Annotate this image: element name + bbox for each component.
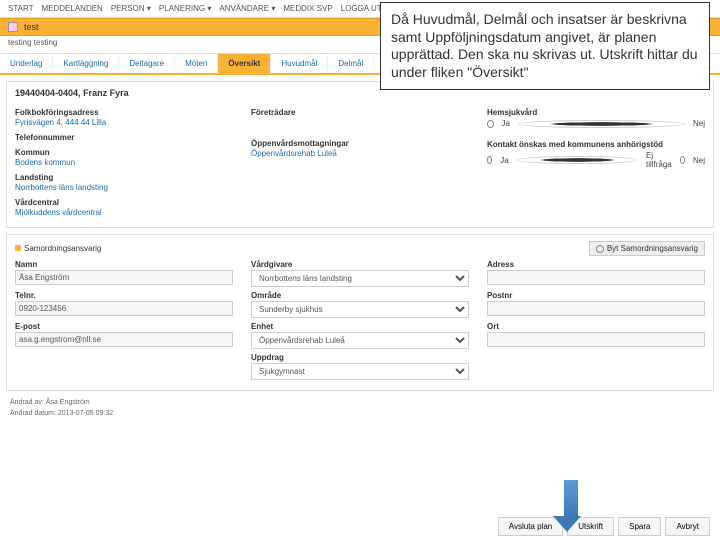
- coord-panel: Samordningsansvarig Byt Samordningsansva…: [6, 234, 714, 391]
- avbryt-button[interactable]: Avbryt: [665, 517, 710, 536]
- kont-radio-ej[interactable]: [517, 156, 638, 164]
- instruction-callout: Då Huvudmål, Delmål och insatser är besk…: [380, 2, 710, 90]
- alert-title: test: [24, 22, 39, 32]
- spara-button[interactable]: Spara: [618, 517, 661, 536]
- adress-input[interactable]: [487, 270, 705, 285]
- changed-date: Ändrad datum: 2013-07-05 09:32: [0, 408, 720, 419]
- nav-planning[interactable]: PLANERING ▾: [159, 4, 211, 13]
- alert-icon: [8, 22, 18, 32]
- landsting-label: Landsting: [15, 173, 233, 182]
- kont-radio-nej[interactable]: [680, 156, 685, 164]
- vardgivare-label: Vårdgivare: [251, 260, 469, 269]
- landsting-value: Norrbottens läns landsting: [15, 183, 233, 192]
- omrade-label: Område: [251, 291, 469, 300]
- vardcentral-value: Mjölkuddens vårdcentral: [15, 208, 233, 217]
- nav-meddix[interactable]: MEDDIX SVP: [283, 4, 332, 13]
- kommun-value: Bodens kommun: [15, 158, 233, 167]
- hsv-nej-label: Nej: [693, 119, 705, 128]
- postnr-label: Postnr: [487, 291, 705, 300]
- foretradare-label: Företrädare: [251, 108, 469, 117]
- vardgivare-select[interactable]: Norrbottens läns landsting: [251, 270, 469, 287]
- hsv-ja-label: Ja: [502, 119, 510, 128]
- tab-underlag[interactable]: Underlag: [0, 54, 53, 73]
- hsv-radio-ja[interactable]: [487, 120, 494, 128]
- oppenvard-value: Öppenvårdsrehab Luleå: [251, 149, 469, 158]
- nav-logout[interactable]: LOGGA UT: [341, 4, 382, 13]
- tab-oversikt[interactable]: Översikt: [218, 54, 271, 73]
- omrade-select[interactable]: Sunderby sjukhus: [251, 301, 469, 318]
- changed-by: Ändrad av: Åsa Engström: [0, 397, 720, 408]
- tel-label: Telefonnummer: [15, 133, 233, 142]
- enhet-select[interactable]: Öppenvårdsrehab Luleå: [251, 332, 469, 349]
- addr-label: Folkbokföringsadress: [15, 108, 233, 117]
- uppdrag-label: Uppdrag: [251, 353, 469, 362]
- hemsjukvard-label: Hemsjukvård: [487, 108, 705, 117]
- tab-kartlaggning[interactable]: Kartläggning: [53, 54, 119, 73]
- nav-start[interactable]: START: [8, 4, 33, 13]
- ort-input[interactable]: [487, 332, 705, 347]
- kommun-label: Kommun: [15, 148, 233, 157]
- gear-icon: [596, 245, 604, 253]
- tab-deltagare[interactable]: Deltagare: [119, 54, 175, 73]
- namn-label: Namn: [15, 260, 233, 269]
- patient-panel: 19440404-0404, Franz Fyra Folkbokförings…: [6, 81, 714, 228]
- action-bar: Avsluta plan Utskrift Spara Avbryt: [498, 517, 710, 536]
- enhet-label: Enhet: [251, 322, 469, 331]
- kontakt-label: Kontakt önskas med kommunens anhörigstöd: [487, 140, 705, 149]
- epost-input[interactable]: [15, 332, 233, 347]
- change-coord-button[interactable]: Byt Samordningsansvarig: [589, 241, 705, 256]
- nav-person[interactable]: PERSON ▾: [111, 4, 151, 13]
- oppenvard-label: Öppenvårdsmottagningar: [251, 139, 469, 148]
- hsv-radio-nej[interactable]: [518, 120, 685, 128]
- square-icon: [15, 245, 21, 251]
- nav-user[interactable]: ANVÄNDARE ▾: [219, 4, 275, 13]
- pointer-arrow: [560, 480, 581, 532]
- kont-nej-label: Nej: [693, 156, 705, 165]
- tab-moten[interactable]: Möten: [175, 54, 218, 73]
- tab-huvudmal[interactable]: Huvudmål: [271, 54, 328, 73]
- telnr-label: Telnr.: [15, 291, 233, 300]
- telnr-input[interactable]: [15, 301, 233, 316]
- epost-label: E-post: [15, 322, 233, 331]
- coord-title: Samordningsansvarig: [15, 244, 101, 253]
- namn-input[interactable]: [15, 270, 233, 285]
- ort-label: Ort: [487, 322, 705, 331]
- patient-col-right: Hemsjukvård Ja Nej Kontakt önskas med ko…: [487, 102, 705, 217]
- patient-col-mid: Företrädare Öppenvårdsmottagningar Öppen…: [251, 102, 469, 217]
- adress-label: Adress: [487, 260, 705, 269]
- kont-radio-ja[interactable]: [487, 156, 492, 164]
- kont-ja-label: Ja: [500, 156, 508, 165]
- kont-ej-label: Ej tillfråga: [646, 151, 672, 169]
- patient-col-left: Folkbokföringsadress Fyrisvägen 4, 444 4…: [15, 102, 233, 217]
- postnr-input[interactable]: [487, 301, 705, 316]
- uppdrag-select[interactable]: Sjukgymnast: [251, 363, 469, 380]
- nav-messages[interactable]: MEDDELANDEN: [41, 4, 102, 13]
- vardcentral-label: Vårdcentral: [15, 198, 233, 207]
- tab-delmal[interactable]: Delmål: [328, 54, 374, 73]
- addr-value: Fyrisvägen 4, 444 44 Lilla: [15, 118, 233, 127]
